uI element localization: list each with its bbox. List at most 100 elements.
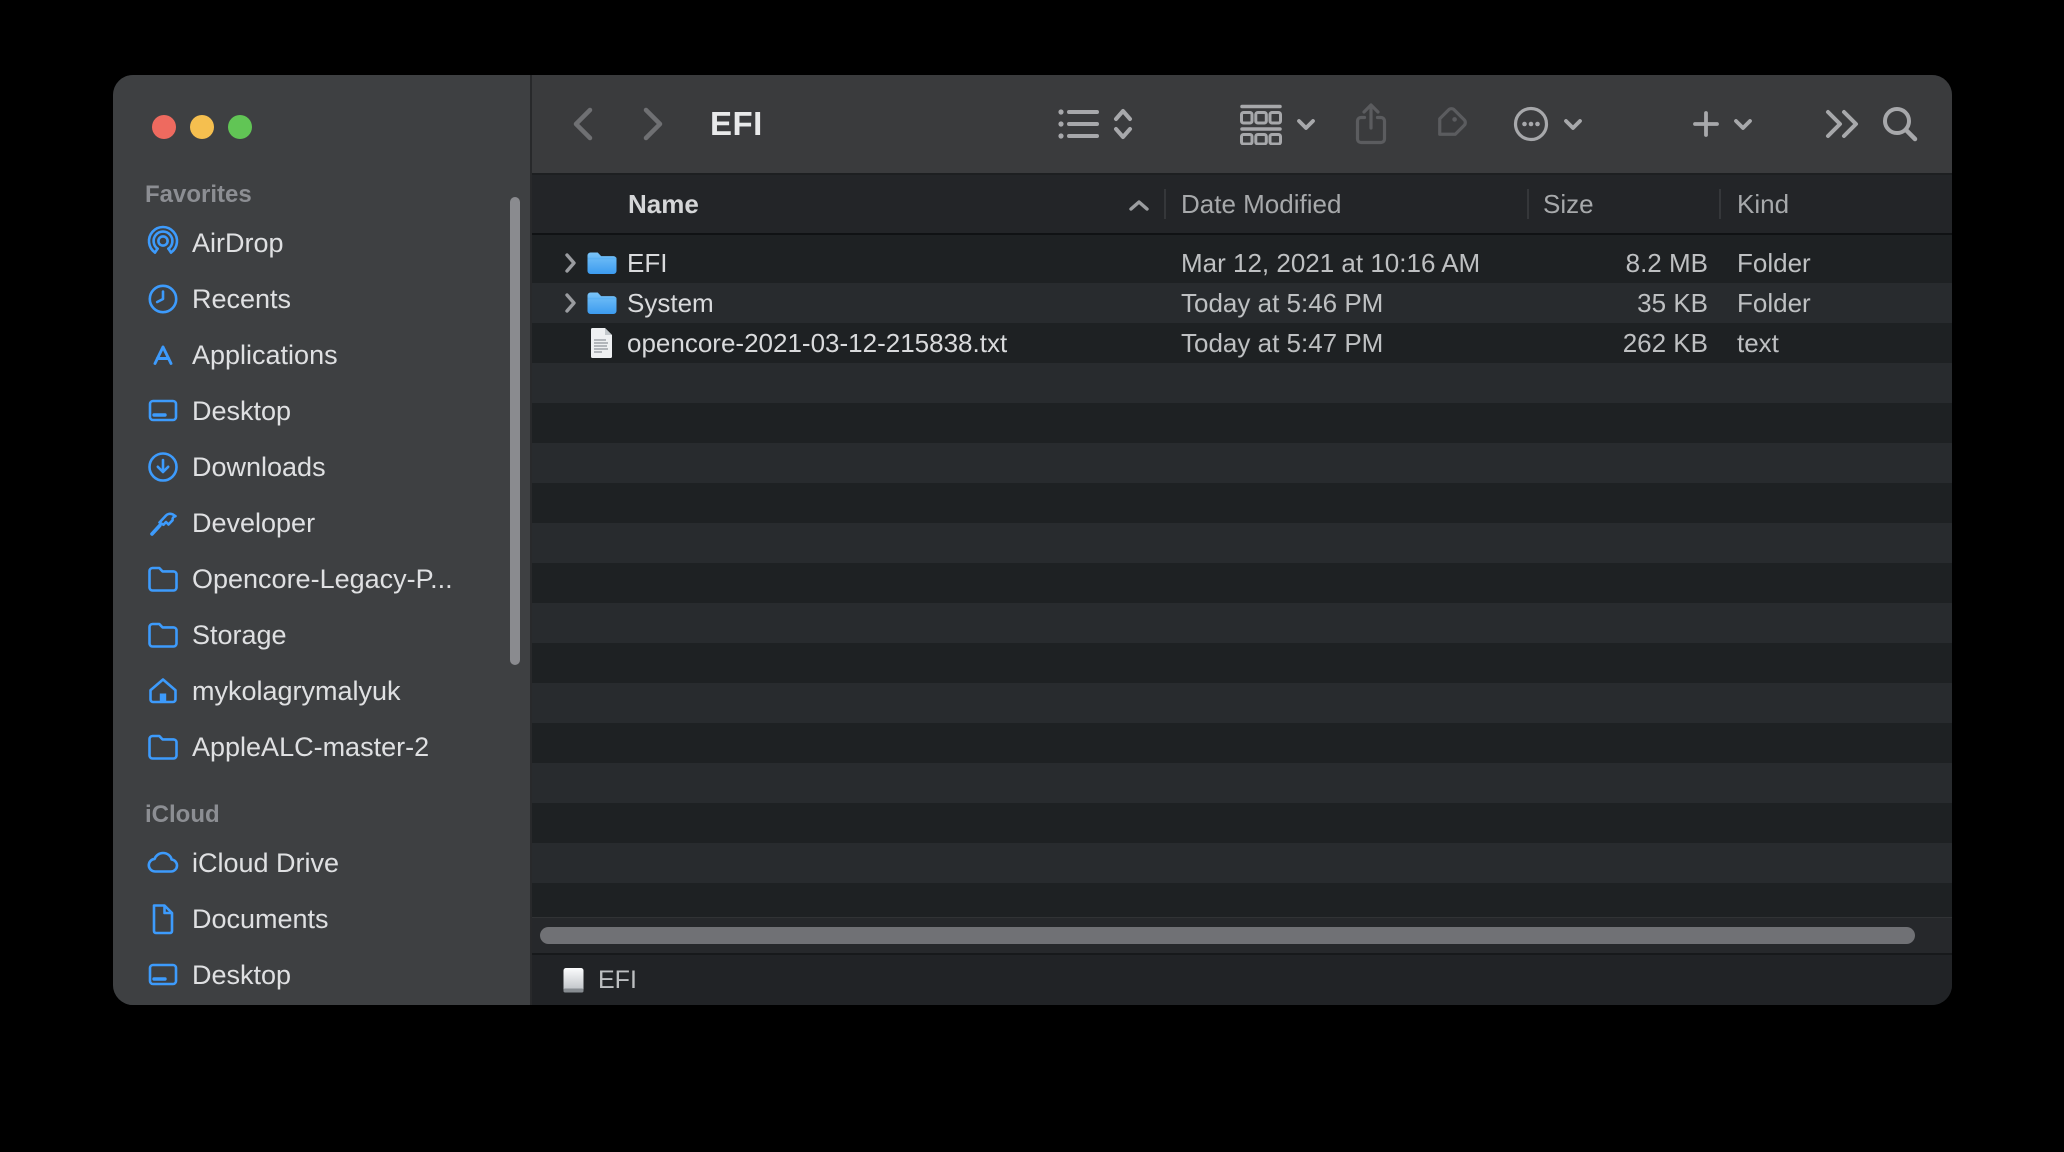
sidebar-content: Favorites AirDrop [113, 75, 530, 1003]
sidebar-item-developer[interactable]: Developer [143, 495, 530, 551]
new-item-button[interactable] [1692, 75, 1753, 173]
airdrop-icon [143, 223, 183, 263]
tag-icon [1428, 102, 1472, 146]
sidebar-scrollbar[interactable] [510, 197, 520, 665]
plus-icon [1692, 110, 1720, 138]
group-by-icon [1239, 103, 1283, 145]
column-header-kind[interactable]: Kind [1719, 189, 1952, 220]
table-row[interactable]: opencore-2021-03-12-215838.txt Today at … [532, 323, 1952, 363]
file-kind: text [1719, 328, 1952, 359]
chevron-down-icon [1733, 118, 1753, 131]
sidebar-item-label: Applications [192, 340, 338, 371]
view-selector-button[interactable] [1057, 75, 1134, 173]
sidebar-item-home[interactable]: mykolagrymalyuk [143, 663, 530, 719]
sort-ascending-icon [1128, 199, 1150, 212]
drive-icon [562, 967, 585, 994]
table-row[interactable]: System Today at 5:46 PM 35 KB Folder [532, 283, 1952, 323]
sidebar-item-recents[interactable]: Recents [143, 271, 530, 327]
file-list: EFI Mar 12, 2021 at 10:16 AM 8.2 MB Fold… [532, 235, 1952, 917]
list-column-headers: Name Date Modified Size Kind [532, 175, 1952, 235]
file-size: 35 KB [1527, 288, 1719, 319]
horizontal-scrollbar-thumb[interactable] [540, 927, 1915, 944]
status-bar: EFI [532, 953, 1952, 1005]
main-pane: EFI [532, 75, 1952, 1005]
sidebar-item-label: Documents [192, 904, 329, 935]
chevron-down-icon [1563, 118, 1583, 131]
home-icon [143, 671, 183, 711]
sidebar-item-label: Downloads [192, 452, 326, 483]
sidebar-item-label: Desktop [192, 396, 291, 427]
sidebar-item-airdrop[interactable]: AirDrop [143, 215, 530, 271]
file-date: Today at 5:46 PM [1164, 288, 1527, 319]
chevron-right-icon [640, 106, 666, 142]
toolbar-overflow-button[interactable] [1824, 75, 1860, 173]
sidebar-item-applications[interactable]: Applications [143, 327, 530, 383]
cloud-icon [143, 843, 183, 883]
share-icon [1352, 101, 1390, 147]
column-divider[interactable] [1527, 189, 1529, 219]
search-button[interactable] [1880, 75, 1920, 173]
sidebar-item-label: mykolagrymalyuk [192, 676, 401, 707]
desktop-icon [143, 955, 183, 995]
disclosure-chevron-icon[interactable] [564, 292, 577, 314]
file-size: 8.2 MB [1527, 248, 1719, 279]
table-row[interactable]: EFI Mar 12, 2021 at 10:16 AM 8.2 MB Fold… [532, 243, 1952, 283]
more-actions-button[interactable] [1512, 75, 1583, 173]
group-by-button[interactable] [1239, 75, 1316, 173]
sidebar-item-label: Desktop [192, 960, 291, 991]
disclosure-chevron-icon[interactable] [564, 252, 577, 274]
forward-button[interactable] [640, 75, 666, 173]
sidebar-item-desktop-icloud[interactable]: Desktop [143, 947, 530, 1003]
column-header-size[interactable]: Size [1527, 189, 1719, 220]
sidebar-item-applealc[interactable]: AppleALC-master-2 [143, 719, 530, 775]
file-date: Today at 5:47 PM [1164, 328, 1527, 359]
sidebar-item-label: AirDrop [192, 228, 284, 259]
sidebar-item-label: iCloud Drive [192, 848, 339, 879]
folder-icon [143, 559, 183, 599]
file-name: System [532, 288, 714, 319]
text-document-icon [588, 327, 615, 360]
chevron-left-icon [570, 106, 596, 142]
minimize-button[interactable] [190, 115, 214, 139]
sidebar-item-documents[interactable]: Documents [143, 891, 530, 947]
toolbar: EFI [532, 75, 1952, 175]
list-view-icon [1057, 107, 1099, 141]
chevron-down-icon [1296, 118, 1316, 131]
sidebar-item-opencore-legacy[interactable]: Opencore-Legacy-P... [143, 551, 530, 607]
column-header-name[interactable]: Name [532, 189, 1164, 220]
sidebar: Favorites AirDrop [113, 75, 532, 1005]
window-title: EFI [710, 75, 763, 173]
up-down-chevrons-icon [1112, 106, 1134, 142]
back-button[interactable] [570, 75, 596, 173]
sidebar-item-label: Recents [192, 284, 291, 315]
folder-icon [143, 727, 183, 767]
tag-button[interactable] [1428, 75, 1472, 173]
horizontal-scrollbar-track[interactable] [532, 917, 1952, 953]
sidebar-item-downloads[interactable]: Downloads [143, 439, 530, 495]
finder-window: Favorites AirDrop [113, 75, 1952, 1005]
double-chevron-right-icon [1824, 108, 1860, 140]
desktop-icon [143, 391, 183, 431]
close-button[interactable] [152, 115, 176, 139]
sidebar-item-desktop[interactable]: Desktop [143, 383, 530, 439]
sidebar-item-storage[interactable]: Storage [143, 607, 530, 663]
sidebar-item-label: Developer [192, 508, 315, 539]
zoom-button[interactable] [228, 115, 252, 139]
sidebar-item-icloud-drive[interactable]: iCloud Drive [143, 835, 530, 891]
column-header-date-modified[interactable]: Date Modified [1164, 189, 1527, 220]
column-divider[interactable] [1719, 189, 1721, 219]
clock-icon [143, 279, 183, 319]
folder-icon [586, 290, 618, 316]
file-date: Mar 12, 2021 at 10:16 AM [1164, 248, 1527, 279]
folder-icon [586, 250, 618, 276]
folder-icon [143, 615, 183, 655]
status-path-item[interactable]: EFI [598, 966, 637, 995]
file-kind: Folder [1719, 248, 1952, 279]
sidebar-item-label: Opencore-Legacy-P... [192, 564, 453, 595]
share-button[interactable] [1352, 75, 1390, 173]
sidebar-item-label: Storage [192, 620, 287, 651]
sidebar-item-label: AppleALC-master-2 [192, 732, 429, 763]
document-icon [143, 899, 183, 939]
hammer-icon [143, 503, 183, 543]
column-divider[interactable] [1164, 189, 1166, 219]
